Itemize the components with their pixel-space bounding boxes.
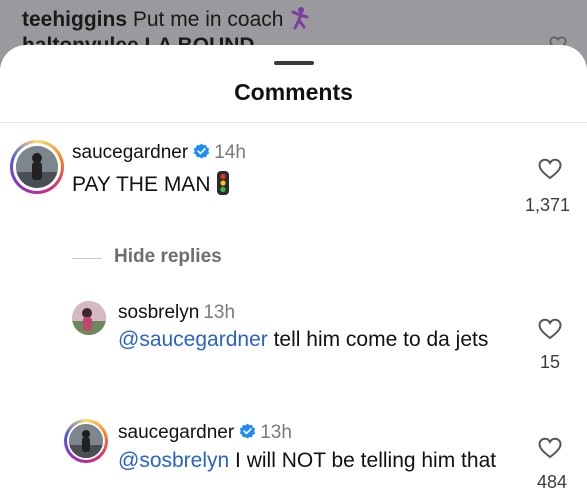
mention-link[interactable]: @sosbrelyn [118, 449, 229, 472]
comment-text: PAY THE MAN [72, 170, 230, 197]
sheet-title: Comments [234, 79, 353, 105]
traffic-light-emoji [217, 171, 230, 195]
dancer-emoji [291, 7, 309, 30]
reply-text: @sosbrelyn I will NOT be telling him tha… [118, 449, 496, 473]
comment-time: 14h [214, 142, 246, 163]
comment-header: saucegardner 14h [72, 142, 246, 164]
reply-username[interactable]: saucegardner [118, 422, 234, 443]
replies-divider [72, 258, 102, 259]
header-divider [0, 122, 587, 123]
like-count: 15 [539, 352, 560, 372]
reply-body: I will NOT be telling him that [229, 449, 497, 472]
hide-replies-button[interactable]: Hide replies [114, 246, 222, 268]
reply-body: tell him come to da jets [267, 328, 489, 351]
feed-caption-username: teehiggins [22, 8, 128, 31]
feed-caption-text: Put me in coach [132, 8, 284, 31]
heart-outline-icon[interactable] [538, 318, 562, 340]
reply-username[interactable]: sosbrelyn [118, 302, 199, 323]
verified-badge-icon [194, 143, 210, 159]
verified-badge-icon [240, 423, 256, 439]
heart-outline-icon[interactable] [538, 437, 562, 459]
avatar[interactable] [10, 140, 64, 194]
reply-header: saucegardner 13h [118, 422, 292, 444]
avatar[interactable] [72, 301, 106, 335]
reply-time: 13h [260, 422, 292, 443]
reply-header: sosbrelyn 13h [118, 302, 235, 324]
avatar-photo [72, 301, 106, 335]
mention-link[interactable]: @saucegardner [118, 328, 268, 351]
like-count: 484 [536, 472, 567, 492]
reply-time: 13h [203, 302, 236, 323]
reply-text: @saucegardner tell him come to da jets [118, 328, 488, 352]
comment-body: PAY THE MAN [72, 173, 211, 196]
avatar-photo [69, 424, 103, 458]
sheet-grabber[interactable] [274, 61, 314, 65]
like-count: 1,371 [524, 195, 570, 215]
comments-sheet: Comments saucegardner 14h PAY THE MAN 1,… [0, 45, 587, 500]
feed-caption: teehiggins Put me in coach [22, 6, 311, 32]
avatar-photo [16, 146, 58, 188]
comment-username[interactable]: saucegardner [72, 142, 188, 163]
avatar[interactable] [64, 419, 108, 463]
heart-outline-icon[interactable] [538, 158, 562, 180]
